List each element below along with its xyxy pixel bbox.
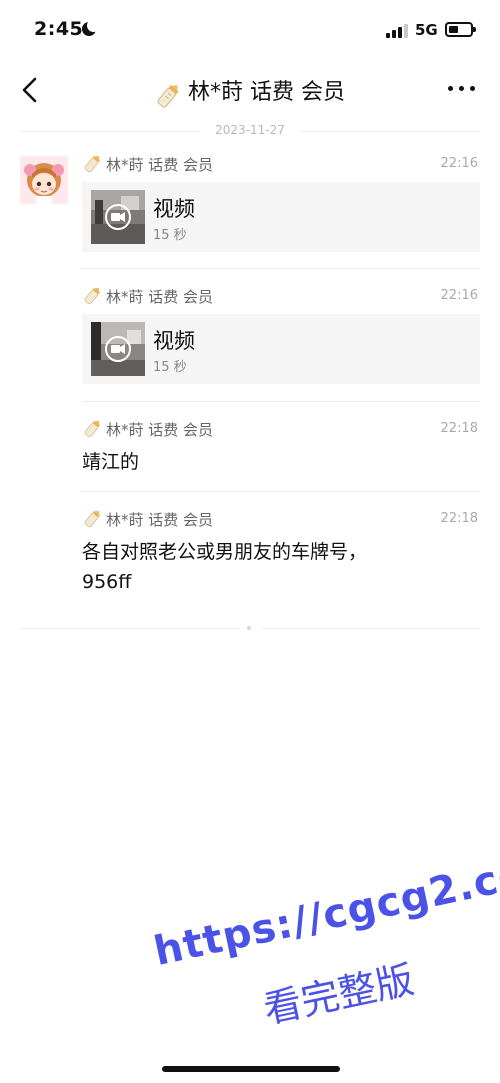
divider	[82, 268, 480, 269]
message-line: 各自对照老公或男朋友的车牌号，	[82, 541, 368, 563]
chat-title: 林*莳 话费 会员	[188, 80, 346, 105]
video-card[interactable]: 视频 15 秒	[82, 182, 480, 252]
avatar[interactable]	[20, 156, 68, 204]
video-title: 视频	[153, 329, 195, 353]
divider	[82, 401, 480, 402]
message-time: 22:18	[440, 421, 478, 436]
video-card[interactable]: 视频 15 秒	[82, 314, 480, 384]
message-line: 靖江的	[82, 451, 140, 473]
message-item: 林*莳 话费 会员 22:16 视频 15 秒	[82, 286, 480, 384]
video-duration: 15 秒	[153, 228, 187, 243]
message-time: 22:16	[440, 288, 478, 303]
date-label: 2023-11-27	[215, 123, 285, 137]
dot-icon	[247, 626, 251, 630]
status-time: 2:45	[34, 18, 84, 40]
divider	[82, 491, 480, 492]
baby-bottle-icon	[84, 510, 101, 528]
chat-screen: 2:45 5G 林*莳 话费 会员 2023-11-27 林*莳 话费 会员 2…	[0, 0, 500, 1083]
baby-bottle-icon	[157, 84, 179, 107]
moon-icon	[82, 19, 100, 36]
video-title: 视频	[153, 197, 195, 221]
anime-girl-avatar-icon	[20, 156, 68, 204]
message-text[interactable]: 各自对照老公或男朋友的车牌号， 956ff	[82, 537, 480, 597]
sender-name: 林*莳 话费 会员	[106, 288, 214, 306]
video-duration: 15 秒	[153, 360, 187, 375]
end-of-history-divider	[20, 624, 480, 632]
message-time: 22:18	[440, 511, 478, 526]
message-item: 林*莳 话费 会员 22:18 靖江的	[82, 419, 480, 477]
sender-name: 林*莳 话费 会员	[106, 156, 214, 174]
message-line: 956ff	[82, 571, 132, 593]
message-time: 22:16	[440, 156, 478, 171]
video-thumbnail	[91, 190, 145, 244]
baby-bottle-icon	[84, 420, 101, 438]
message-text[interactable]: 靖江的	[82, 447, 480, 477]
sender-name: 林*莳 话费 会员	[106, 421, 214, 439]
signal-icon	[386, 24, 410, 38]
baby-bottle-icon	[84, 287, 101, 305]
date-divider: 2023-11-27	[20, 122, 480, 140]
network-type: 5G	[415, 21, 438, 39]
watermark-text: 看完整版	[259, 957, 418, 1032]
home-indicator[interactable]	[162, 1066, 340, 1072]
message-item: 林*莳 话费 会员 22:18 各自对照老公或男朋友的车牌号， 956ff	[82, 509, 480, 597]
watermark-url: https://cgcg2.co	[150, 851, 500, 975]
nav-bar: 林*莳 话费 会员	[0, 62, 500, 118]
status-bar: 2:45 5G	[0, 0, 500, 62]
sender-name: 林*莳 话费 会员	[106, 511, 214, 529]
video-thumbnail	[91, 322, 145, 376]
message-item: 林*莳 话费 会员 22:16 视频 15 秒	[82, 154, 480, 252]
more-button[interactable]	[444, 76, 480, 100]
battery-icon	[445, 22, 476, 37]
baby-bottle-icon	[84, 155, 101, 173]
